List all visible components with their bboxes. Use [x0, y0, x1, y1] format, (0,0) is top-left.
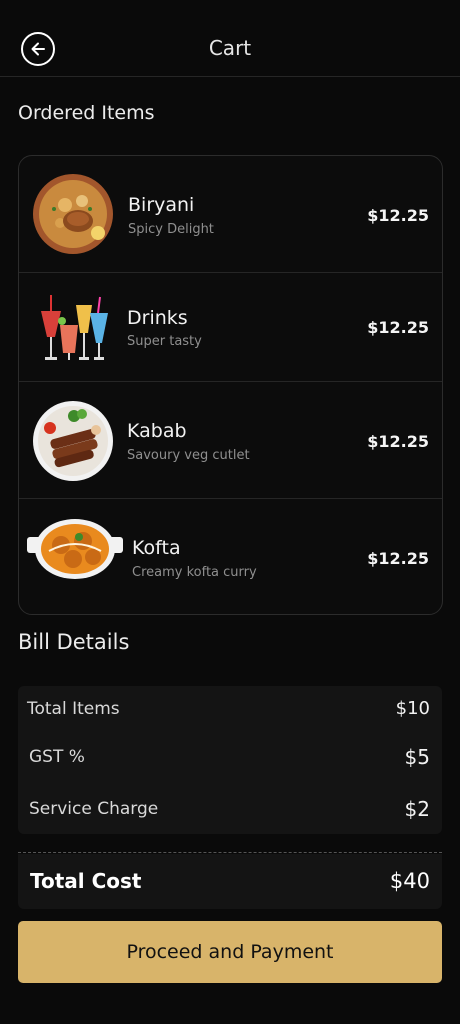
total-cost-label: Total Cost	[30, 869, 142, 893]
item-price: $12.25	[367, 318, 429, 337]
biryani-image	[33, 174, 113, 254]
item-price: $12.25	[367, 549, 429, 568]
bill-row-service-charge: Service Charge $2	[18, 790, 442, 830]
page-title: Cart	[208, 36, 252, 60]
item-price: $12.25	[367, 206, 429, 225]
bill-label: Total Items	[27, 699, 120, 719]
kofta-image	[27, 519, 123, 579]
cart-item-kabab[interactable]: Kabab Savoury veg cutlet $12.25	[19, 382, 442, 499]
bill-label: GST %	[29, 747, 85, 767]
item-description: Creamy kofta curry	[132, 565, 257, 580]
bill-details-heading: Bill Details	[18, 630, 130, 654]
drinks-image	[41, 295, 108, 360]
item-description: Spicy Delight	[128, 222, 214, 237]
app-header: Cart	[0, 0, 460, 77]
item-name: Kofta	[132, 537, 181, 559]
bill-row-total-items: Total Items $10	[18, 689, 442, 729]
bill-row-gst: GST % $5	[18, 738, 442, 778]
item-name: Drinks	[127, 307, 188, 329]
bill-value: $2	[404, 797, 430, 821]
item-name: Kabab	[127, 420, 187, 442]
ordered-items-heading: Ordered Items	[18, 102, 155, 124]
cart-item-biryani[interactable]: Biryani Spicy Delight $12.25	[19, 156, 442, 273]
dashed-divider	[18, 852, 442, 853]
bill-label: Service Charge	[29, 799, 159, 819]
ordered-items-list: Biryani Spicy Delight $12.25 Drinks Supe…	[18, 155, 443, 615]
bill-value: $5	[404, 745, 430, 769]
total-cost-row: Total Cost $40	[18, 854, 442, 909]
kabab-image	[33, 401, 113, 481]
bill-value: $10	[395, 698, 430, 719]
bill-details-card: Total Items $10 GST % $5 Service Charge …	[18, 686, 442, 834]
cart-item-kofta[interactable]: Kofta Creamy kofta curry $12.25	[19, 499, 442, 614]
item-description: Super tasty	[127, 334, 202, 349]
item-price: $12.25	[367, 432, 429, 451]
item-name: Biryani	[128, 194, 195, 216]
cart-item-drinks[interactable]: Drinks Super tasty $12.25	[19, 273, 442, 382]
total-cost-value: $40	[389, 869, 430, 893]
proceed-payment-button[interactable]: Proceed and Payment	[18, 921, 442, 983]
item-description: Savoury veg cutlet	[127, 448, 250, 463]
